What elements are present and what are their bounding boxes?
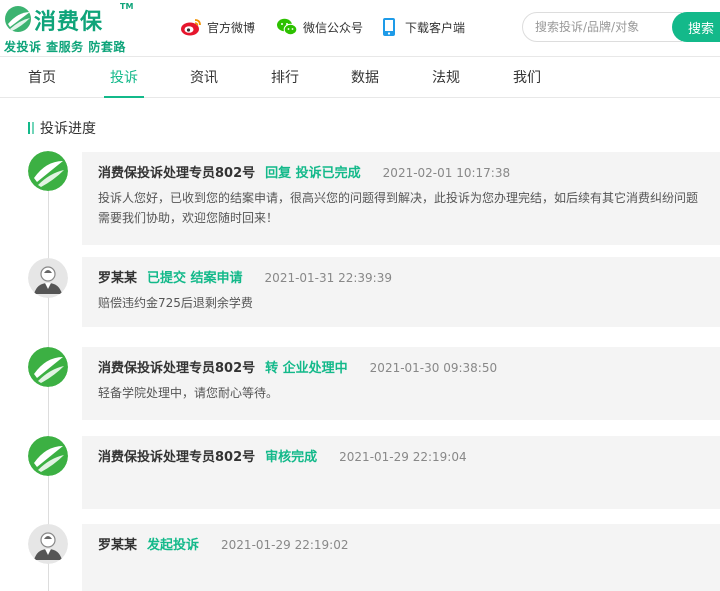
progress-entry: 罗某某 已提交 结案申请 2021-01-31 22:39:39 赔偿违约金72… [82, 257, 720, 327]
weibo-icon [180, 16, 202, 38]
title-accent-bar [32, 122, 34, 134]
entry-description: 轻备学院处理中，请您耐心等待。 [98, 386, 279, 400]
progress-title-text: 投诉进度 [40, 121, 96, 137]
entry-author: 罗某某 [98, 538, 138, 553]
title-accent-bar [28, 122, 30, 134]
avatar [28, 347, 68, 387]
progress-entry: 消费保投诉处理专员802号 转 企业处理中 2021-01-30 09:38:5… [82, 347, 720, 420]
entry-author: 消费保投诉处理专员802号 [98, 361, 256, 376]
nav-item-about[interactable]: 我们 [513, 67, 541, 97]
wechat-link[interactable]: 微信公众号 [276, 16, 363, 38]
download-app-label: 下载客户端 [405, 20, 466, 35]
entry-action: 回复 投诉已完成 [265, 166, 361, 181]
brand-logo-icon [28, 151, 68, 191]
nav-item-news[interactable]: 资讯 [190, 67, 218, 97]
avatar [28, 151, 68, 191]
brand-trademark: TM [120, 2, 134, 11]
entry-action: 转 企业处理中 [265, 361, 348, 376]
entry-description: 赔偿违约金725后退剩余学费 [98, 296, 253, 310]
entry-action: 已提交 结案申请 [147, 271, 243, 286]
top-header: 消费保 TM 发投诉 查服务 防套路 官方微博 微信公众号 下载客户端 搜索投诉… [0, 0, 720, 56]
progress-title: 投诉进度 [28, 118, 96, 138]
search-input[interactable] [522, 12, 682, 42]
entry-author: 消费保投诉处理专员802号 [98, 166, 256, 181]
avatar [28, 436, 68, 476]
search-button[interactable]: 搜索 [672, 12, 720, 42]
nav-item-regulations[interactable]: 法规 [432, 67, 460, 97]
nav-item-data[interactable]: 数据 [351, 67, 379, 97]
brand-leaf-icon [5, 6, 31, 32]
wechat-icon [276, 16, 298, 38]
avatar [28, 524, 68, 564]
entry-time: 2021-01-29 22:19:04 [339, 450, 467, 464]
user-avatar-icon [28, 258, 68, 298]
entry-time: 2021-02-01 10:17:38 [382, 166, 511, 180]
download-app-link[interactable]: 下载客户端 [378, 16, 465, 38]
brand-logo-icon [28, 347, 68, 387]
brand-logo[interactable]: 消费保 TM 发投诉 查服务 防套路 [4, 2, 134, 54]
avatar [28, 258, 68, 298]
progress-entry: 消费保投诉处理专员802号 回复 投诉已完成 2021-02-01 10:17:… [82, 152, 720, 245]
wechat-link-label: 微信公众号 [303, 20, 364, 35]
progress-entry: 消费保投诉处理专员802号 审核完成 2021-01-29 22:19:04 [82, 436, 720, 509]
weibo-link[interactable]: 官方微博 [180, 16, 255, 38]
entry-author: 罗某某 [98, 271, 138, 286]
user-avatar-icon [28, 524, 68, 564]
nav-item-complaints[interactable]: 投诉 [104, 67, 144, 98]
entry-time: 2021-01-31 22:39:39 [264, 271, 392, 285]
entry-description: 投诉人您好，已收到您的结案申请，很高兴您的问题得到解决，此投诉为您办理完结，如后… [98, 191, 699, 225]
brand-slogan: 发投诉 查服务 防套路 [4, 40, 126, 54]
nav-item-ranking[interactable]: 排行 [271, 67, 299, 97]
entry-author: 消费保投诉处理专员802号 [98, 450, 256, 465]
main-nav: 首页 投诉 资讯 排行 数据 法规 我们 [0, 56, 720, 98]
entry-time: 2021-01-29 22:19:02 [221, 538, 349, 552]
search-box: 搜索 [522, 12, 720, 42]
mobile-icon [378, 16, 400, 38]
entry-action: 审核完成 [265, 450, 318, 465]
entry-action: 发起投诉 [147, 538, 200, 553]
nav-item-home[interactable]: 首页 [28, 67, 56, 97]
weibo-link-label: 官方微博 [207, 20, 256, 35]
brand-name: 消费保 [34, 10, 104, 35]
brand-logo-icon [28, 436, 68, 476]
entry-time: 2021-01-30 09:38:50 [369, 361, 498, 375]
progress-entry: 罗某某 发起投诉 2021-01-29 22:19:02 [82, 524, 720, 591]
